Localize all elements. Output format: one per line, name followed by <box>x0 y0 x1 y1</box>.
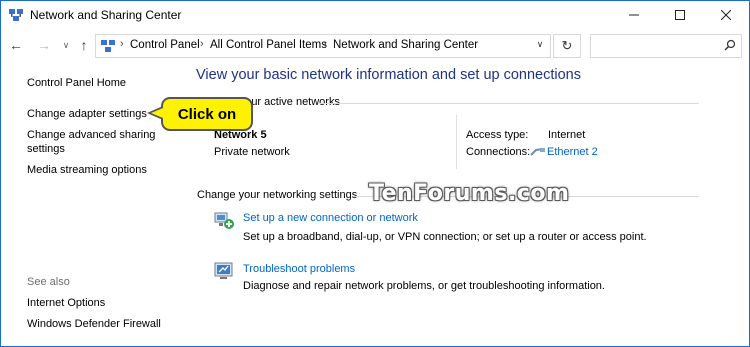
search-icon <box>724 39 736 51</box>
breadcrumb-all-items[interactable]: All Control Panel Items <box>210 39 327 51</box>
new-connection-icon <box>214 212 234 229</box>
click-on-callout: Click on <box>161 97 253 131</box>
recent-locations-chevron-icon[interactable]: ∨ <box>57 35 75 55</box>
network-category: Private network <box>214 146 290 158</box>
change-adapter-settings-link[interactable]: Change adapter settings <box>27 107 147 122</box>
navigation-bar: ← → ∨ ↑ › Control Panel › All Control Pa… <box>1 30 749 60</box>
tenforums-watermark: TenForums.com <box>369 181 570 206</box>
title-bar[interactable]: Network and Sharing Center <box>1 1 749 29</box>
column-divider <box>456 115 457 169</box>
breadcrumb-separator-icon[interactable]: › <box>200 38 204 50</box>
search-input[interactable] <box>590 34 742 58</box>
breadcrumb-network-sharing[interactable]: Network and Sharing Center <box>333 39 478 51</box>
network-sharing-center-window: Network and Sharing Center ← → ∨ ↑ › Con… <box>0 0 750 347</box>
control-panel-home-link[interactable]: Control Panel Home <box>27 76 126 91</box>
maximize-button[interactable] <box>657 1 703 29</box>
section-divider <box>319 103 699 104</box>
breadcrumb-control-panel[interactable]: Control Panel <box>130 39 200 51</box>
refresh-icon: ↻ <box>561 38 573 53</box>
media-streaming-options-link[interactable]: Media streaming options <box>27 163 147 178</box>
callout-pointer-fill <box>151 108 163 118</box>
setup-new-connection-description: Set up a broadband, dial-up, or VPN conn… <box>243 231 647 243</box>
change-advanced-sharing-link-line2[interactable]: settings <box>27 142 65 157</box>
change-advanced-sharing-link[interactable]: Change advanced sharing <box>27 128 155 143</box>
internet-options-link[interactable]: Internet Options <box>27 296 105 311</box>
forward-arrow-icon[interactable]: → <box>35 35 53 55</box>
windows-defender-firewall-link[interactable]: Windows Defender Firewall <box>27 317 161 332</box>
connections-label: Connections: <box>466 146 531 158</box>
maximize-icon <box>675 10 685 20</box>
network-app-icon <box>9 9 23 21</box>
ethernet-connection-link[interactable]: Ethernet 2 <box>547 146 598 158</box>
minimize-button[interactable] <box>611 1 657 29</box>
breadcrumb-separator-icon[interactable]: › <box>120 38 124 50</box>
minimize-icon <box>629 14 639 16</box>
control-panel-icon <box>101 40 115 52</box>
see-also-label: See also <box>27 276 70 288</box>
close-button[interactable] <box>703 1 749 29</box>
address-bar[interactable]: › Control Panel › All Control Panel Item… <box>95 34 551 58</box>
ethernet-icon <box>530 148 545 156</box>
window-title: Network and Sharing Center <box>30 8 182 22</box>
address-dropdown-icon[interactable]: ∨ <box>532 34 548 54</box>
access-type-label: Access type: <box>466 129 529 141</box>
breadcrumb-separator-icon[interactable]: › <box>323 38 327 50</box>
change-settings-heading: Change your networking settings <box>197 189 358 201</box>
troubleshoot-problems-link[interactable]: Troubleshoot problems <box>243 263 355 275</box>
up-arrow-icon[interactable]: ↑ <box>75 35 93 55</box>
refresh-button[interactable]: ↻ <box>553 34 581 58</box>
access-type-value: Internet <box>548 129 586 141</box>
troubleshoot-icon <box>214 262 233 279</box>
page-title: View your basic network information and … <box>196 67 582 83</box>
troubleshoot-description: Diagnose and repair network problems, or… <box>243 280 605 292</box>
back-arrow-icon[interactable]: ← <box>7 35 25 55</box>
close-icon <box>721 10 731 20</box>
setup-new-connection-link[interactable]: Set up a new connection or network <box>243 212 418 224</box>
